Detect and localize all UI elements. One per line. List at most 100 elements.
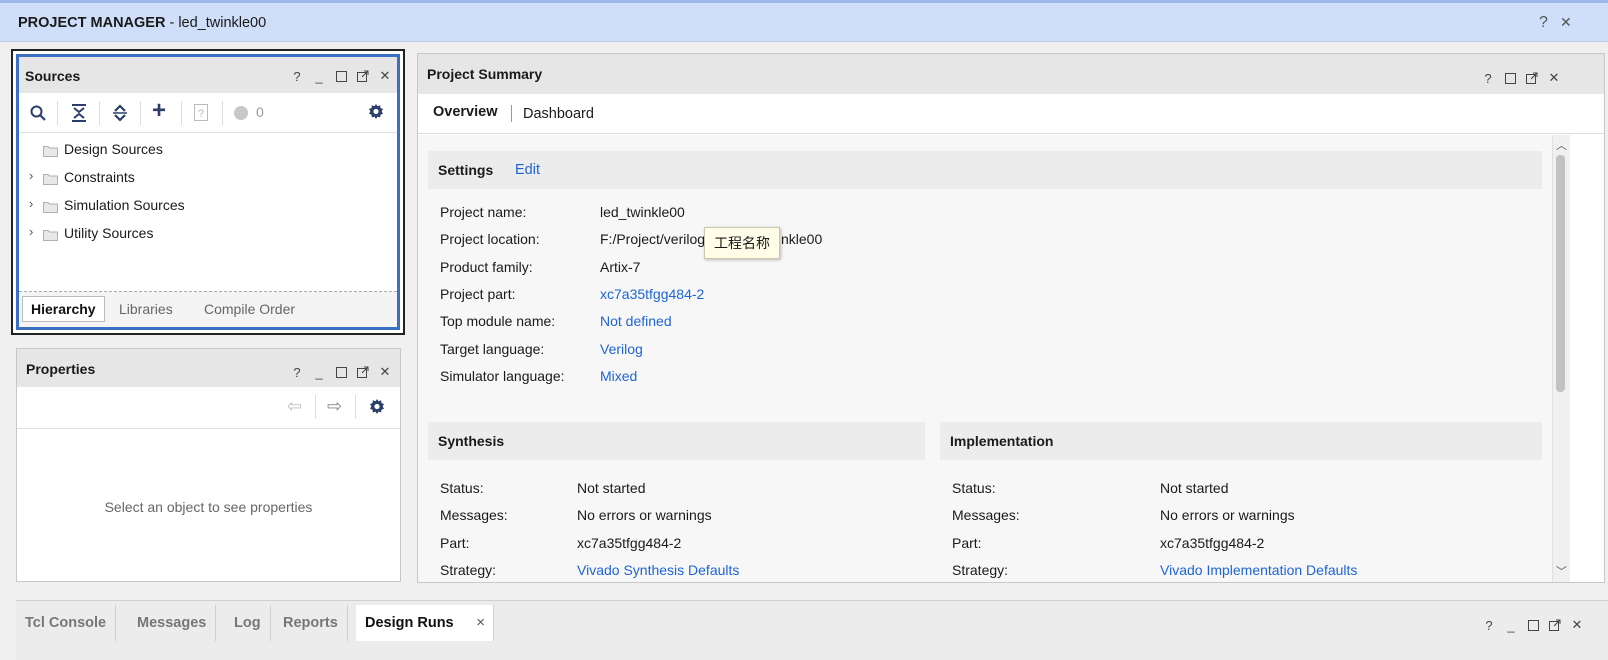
- tab-dashboard[interactable]: Dashboard: [523, 106, 594, 122]
- setting-value-link[interactable]: xc7a35tfgg484-2: [600, 286, 704, 302]
- forward-arrow-icon[interactable]: ⇨: [327, 396, 342, 417]
- tree-item-label: Design Sources: [64, 141, 163, 157]
- tooltip: 工程名称: [704, 227, 780, 259]
- synthesis-value-link[interactable]: Vivado Synthesis Defaults: [577, 562, 739, 578]
- properties-panel: Properties ? _ ✕ ⇦ ⇨ Select an object to…: [16, 348, 401, 582]
- settings-heading: Settings: [438, 162, 494, 178]
- console-tab-label: Log: [234, 615, 261, 631]
- gear-icon[interactable]: [368, 104, 384, 120]
- setting-label: Simulator language:: [440, 367, 565, 384]
- float-icon[interactable]: [1524, 70, 1540, 86]
- setting-label: Top module name:: [440, 313, 556, 330]
- implementation-label: Status:: [952, 480, 996, 496]
- chevron-right-icon[interactable]: ›: [29, 168, 33, 183]
- gear-icon[interactable]: [369, 399, 385, 415]
- project-manager-header: PROJECT MANAGER - led_twinkle00 ? ✕: [0, 0, 1608, 42]
- setting-label: Product family:: [440, 258, 533, 275]
- setting-value-link[interactable]: Not defined: [600, 313, 672, 329]
- setting-value-link[interactable]: Mixed: [600, 368, 637, 384]
- tree-item-label: Simulation Sources: [64, 197, 185, 213]
- close-icon[interactable]: ✕: [377, 68, 393, 84]
- implementation-value-link[interactable]: Vivado Implementation Defaults: [1160, 562, 1357, 578]
- help-icon[interactable]: ?: [1539, 14, 1548, 32]
- status-dot-icon: [234, 106, 248, 120]
- collapse-all-icon[interactable]: [71, 104, 87, 122]
- setting-label: Target language:: [440, 340, 545, 357]
- expand-all-icon[interactable]: [112, 104, 128, 122]
- maximize-icon[interactable]: [1525, 617, 1541, 633]
- console-tab[interactable]: Log: [225, 605, 271, 641]
- overview-content: Settings Edit Project name: led_twinkle00…: [418, 135, 1552, 582]
- implementation-heading: Implementation: [950, 433, 1054, 449]
- tab-overview[interactable]: Overview: [433, 104, 498, 120]
- minimize-icon[interactable]: _: [311, 364, 327, 380]
- sources-toolbar: + ? 0: [19, 93, 397, 133]
- folder-icon: [43, 228, 58, 244]
- implementation-label: Messages:: [952, 507, 1020, 524]
- synthesis-label: Messages:: [440, 507, 508, 524]
- scroll-down-icon[interactable]: ﹀: [1556, 563, 1567, 579]
- folder-icon: [43, 144, 58, 160]
- setting-value: F:/Project/verilog: [600, 231, 706, 248]
- maximize-icon[interactable]: [333, 68, 349, 84]
- console-tab[interactable]: Design Runs ×: [356, 605, 494, 641]
- sources-header: Sources ? _ ✕: [19, 57, 397, 93]
- summary-tabs: Overview Dashboard: [418, 94, 1604, 134]
- synthesis-section-header: Synthesis: [428, 422, 925, 460]
- setting-label: Project location:: [440, 231, 540, 248]
- console-tab[interactable]: Messages: [128, 605, 217, 641]
- chevron-right-icon[interactable]: ›: [29, 224, 33, 239]
- tab-libraries[interactable]: Libraries: [111, 296, 181, 322]
- project-summary-panel: Project Summary ? ✕ Overview Dashboard S…: [417, 53, 1605, 583]
- float-icon[interactable]: [355, 364, 371, 380]
- minimize-icon[interactable]: _: [311, 68, 327, 84]
- badge-count: 0: [256, 104, 264, 120]
- synthesis-value: No errors or warnings: [577, 507, 712, 524]
- float-icon[interactable]: [355, 68, 371, 84]
- implementation-section-header: Implementation: [940, 422, 1542, 460]
- help-icon[interactable]: ?: [289, 68, 305, 84]
- back-arrow-icon[interactable]: ⇦: [287, 396, 302, 417]
- synthesis-value: xc7a35tfgg484-2: [577, 534, 682, 551]
- close-icon[interactable]: ✕: [1546, 70, 1562, 86]
- implementation-label: Part:: [952, 534, 982, 551]
- console-tab-label: Tcl Console: [25, 615, 107, 631]
- sources-panel: Sources ? _ ✕ + ? 0 Design Sources › Con…: [16, 54, 400, 330]
- close-icon[interactable]: ✕: [1569, 617, 1585, 633]
- close-tab-icon[interactable]: ×: [476, 614, 485, 631]
- setting-value-link[interactable]: Verilog: [600, 341, 643, 357]
- synthesis-label: Status:: [440, 480, 484, 496]
- setting-label: Project name:: [440, 204, 527, 220]
- console-tab-label: Design Runs: [365, 615, 454, 631]
- vertical-scrollbar[interactable]: ︿ ﹀: [1552, 135, 1570, 582]
- scroll-up-icon[interactable]: ︿: [1556, 137, 1567, 153]
- search-icon[interactable]: [30, 105, 46, 121]
- close-icon[interactable]: ✕: [1560, 14, 1572, 31]
- edit-settings-link[interactable]: Edit: [515, 162, 540, 178]
- settings-section-header: Settings Edit: [428, 151, 1542, 189]
- sources-tabs: Hierarchy Libraries Compile Order: [19, 291, 397, 327]
- sources-panel-frame: Sources ? _ ✕ + ? 0 Design Sources › Con…: [11, 49, 405, 335]
- minimize-icon[interactable]: _: [1503, 617, 1519, 633]
- scrollbar-thumb[interactable]: [1556, 155, 1565, 392]
- panel-title: Sources: [25, 68, 81, 84]
- console-tab[interactable]: Reports: [274, 605, 348, 641]
- synthesis-label: Strategy:: [440, 561, 497, 578]
- close-icon[interactable]: ✕: [377, 364, 393, 380]
- console-panel: Tcl Console Messages Log Reports Design Runs…: [16, 600, 1608, 660]
- sources-tree: Design Sources › Constraints › Simulation So…: [19, 135, 397, 295]
- help-icon[interactable]: ?: [1480, 70, 1496, 86]
- unknown-file-icon[interactable]: ?: [194, 104, 208, 121]
- folder-icon: [43, 200, 58, 216]
- tab-compile-order[interactable]: Compile Order: [196, 296, 303, 322]
- chevron-right-icon[interactable]: ›: [29, 196, 33, 211]
- float-icon[interactable]: [1547, 617, 1563, 633]
- maximize-icon[interactable]: [1502, 70, 1518, 86]
- synthesis-heading: Synthesis: [438, 433, 505, 449]
- add-sources-icon[interactable]: +: [152, 99, 166, 123]
- tab-hierarchy[interactable]: Hierarchy: [22, 296, 105, 322]
- maximize-icon[interactable]: [333, 364, 349, 380]
- help-icon[interactable]: ?: [1481, 617, 1497, 633]
- console-tab[interactable]: Tcl Console: [16, 605, 117, 641]
- help-icon[interactable]: ?: [289, 364, 305, 380]
